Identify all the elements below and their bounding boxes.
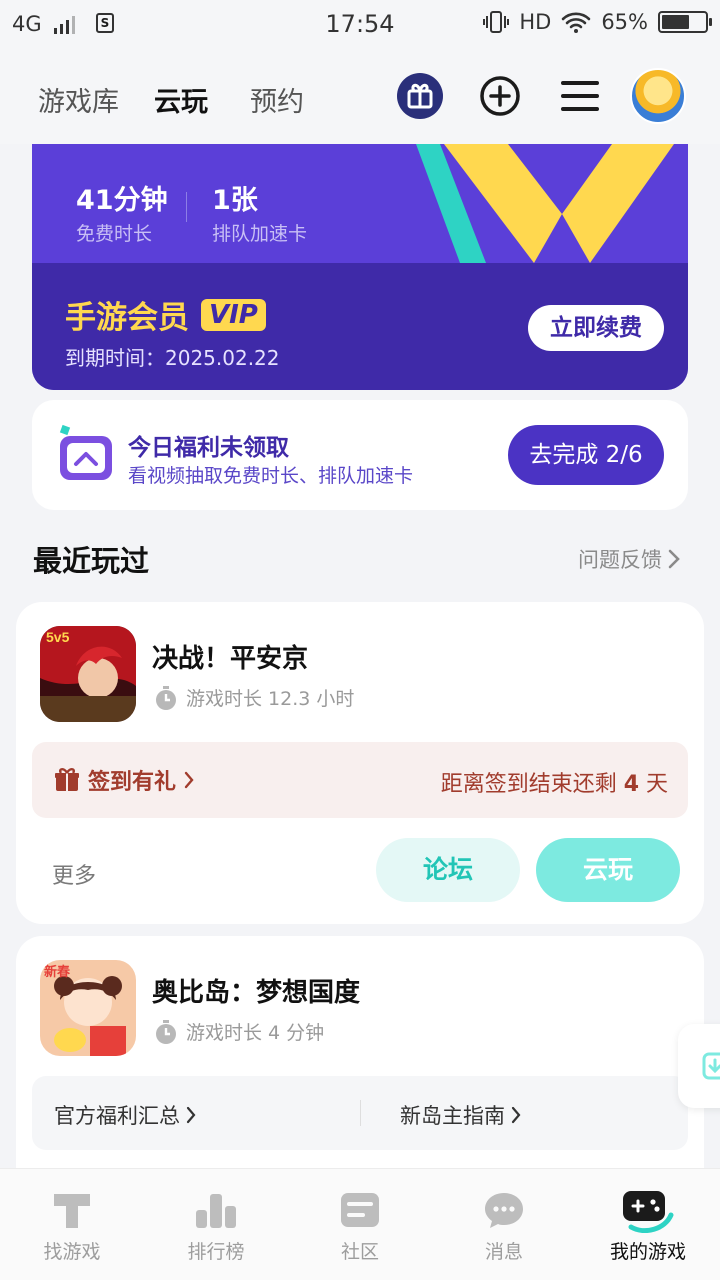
battery-percent: 65%: [601, 10, 648, 34]
renew-button[interactable]: 立即续费: [528, 305, 664, 351]
vibrate-icon: [483, 11, 510, 33]
chevron-right-icon: [184, 771, 194, 789]
signin-banner[interactable]: 签到有礼 距离签到结束还剩 4 天: [32, 742, 688, 818]
nav-community[interactable]: 社区: [288, 1187, 432, 1264]
chevron-right-icon: [186, 1106, 196, 1124]
tv-play-icon: [59, 424, 112, 480]
play-time: 游戏时长 12.3 小时: [154, 684, 354, 711]
chevron-right-icon: [511, 1106, 521, 1124]
wifi-icon: [562, 12, 591, 33]
nav-my-games[interactable]: 我的游戏: [576, 1187, 720, 1264]
gamepad-icon: [623, 1191, 674, 1233]
find-game-icon: [54, 1194, 90, 1228]
top-nav: 游戏库 云玩 预约: [0, 50, 720, 144]
vip-logo-decoration: [416, 144, 674, 263]
game-links: 官方福利汇总 新岛主指南: [32, 1076, 688, 1150]
community-icon: [341, 1193, 379, 1227]
tab-reservation[interactable]: 预约: [250, 80, 304, 119]
stopwatch-icon: [156, 1019, 176, 1044]
section-title: 最近玩过: [33, 544, 150, 578]
ranking-icon: [196, 1194, 236, 1228]
free-time-stat: 41分钟 免费时长: [76, 185, 168, 245]
welfare-title: 今日福利未领取: [128, 435, 289, 461]
game-title: 决战！平安京: [152, 644, 309, 674]
hd-indicator: HD: [519, 10, 552, 34]
nav-messages[interactable]: 消息: [432, 1187, 576, 1264]
tab-cloud-play[interactable]: 云玩: [152, 80, 210, 119]
gift-box-icon: [55, 768, 79, 791]
chevron-right-icon: [668, 549, 680, 569]
floating-download-button[interactable]: [678, 1024, 720, 1108]
new-player-guide-link[interactable]: 新岛主指南: [400, 1100, 521, 1130]
nav-ranking[interactable]: 排行榜: [144, 1187, 288, 1264]
battery-icon: [658, 11, 712, 33]
official-welfare-link[interactable]: 官方福利汇总: [54, 1100, 196, 1130]
stopwatch-icon: [156, 685, 176, 710]
queue-card-stat: 1张 排队加速卡: [212, 185, 308, 245]
tab-game-library[interactable]: 游戏库: [38, 80, 119, 119]
game-card[interactable]: 新春 奥比岛：梦想国度 游戏时长 4 分钟 官方福利汇总 新岛主指南: [16, 936, 704, 1196]
bottom-nav: 找游戏 排行榜 社区 消息 我的游戏: [0, 1168, 720, 1280]
daily-welfare-card[interactable]: 今日福利未领取 看视频抽取免费时长、排队加速卡 去完成 2/6: [32, 400, 688, 510]
forum-button[interactable]: 论坛: [376, 838, 520, 902]
membership-card: 41分钟 免费时长 1张 排队加速卡 手游会员 VIP 到期时间：2025.02…: [32, 144, 688, 390]
menu-icon[interactable]: [556, 72, 604, 120]
svg-text:5v5: 5v5: [46, 629, 70, 645]
membership-title: 手游会员 VIP: [65, 292, 266, 337]
game-card[interactable]: 5v5 决战！平安京 游戏时长 12.3 小时 签到有礼 距离签到结束还剩 4 …: [16, 602, 704, 924]
game-icon[interactable]: 5v5: [40, 626, 136, 722]
nav-find-game[interactable]: 找游戏: [0, 1187, 144, 1264]
complete-task-button[interactable]: 去完成 2/6: [508, 425, 664, 485]
svg-text:新春: 新春: [44, 964, 71, 979]
expire-date: 到期时间：2025.02.22: [65, 346, 280, 370]
feedback-link[interactable]: 问题反馈: [578, 544, 680, 574]
welfare-subtitle: 看视频抽取免费时长、排队加速卡: [128, 465, 414, 487]
game-title: 奥比岛：梦想国度: [152, 978, 361, 1008]
game-icon[interactable]: 新春: [40, 960, 136, 1056]
gift-icon[interactable]: [396, 72, 444, 120]
vip-badge: VIP: [201, 298, 266, 331]
add-icon[interactable]: [476, 72, 524, 120]
status-bar: 4G S 17:54 HD 65%: [0, 0, 720, 50]
download-icon: [702, 1052, 720, 1080]
avatar[interactable]: [630, 68, 686, 124]
play-time: 游戏时长 4 分钟: [154, 1018, 324, 1045]
signin-countdown: 距离签到结束还剩 4 天: [440, 772, 668, 797]
more-link[interactable]: 更多: [52, 858, 96, 890]
message-icon: [485, 1193, 523, 1228]
cloud-play-button[interactable]: 云玩: [536, 838, 680, 902]
